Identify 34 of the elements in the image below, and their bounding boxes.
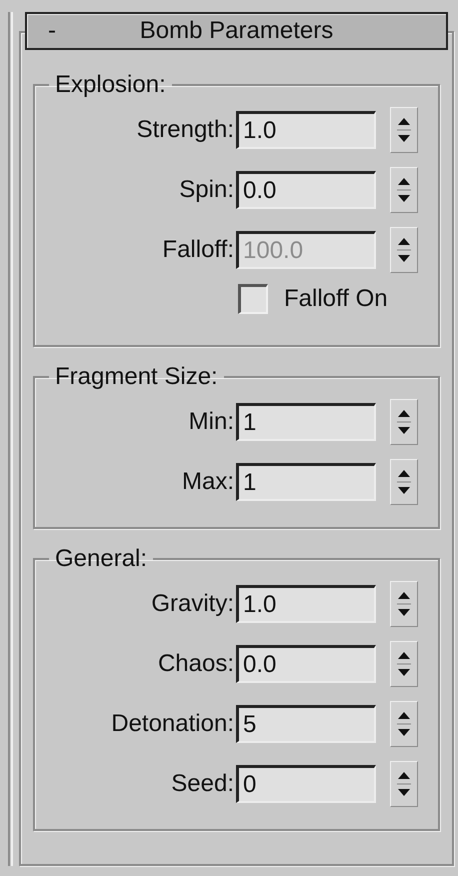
field-label: Strength:: [136, 116, 234, 144]
number-field[interactable]: 0.0: [236, 171, 376, 209]
number-field[interactable]: 1.0: [236, 111, 376, 149]
group-title: Fragment Size:: [54, 363, 219, 391]
field-label: Seed:: [170, 770, 234, 798]
spinner-button[interactable]: [390, 399, 418, 445]
field-label: Falloff:: [161, 236, 234, 264]
number-field[interactable]: 0: [236, 765, 376, 803]
field-label: Spin:: [178, 176, 234, 204]
rollout-header[interactable]: - Bomb Parameters: [25, 12, 448, 50]
number-field[interactable]: 1: [236, 463, 376, 501]
collapse-glyph: -: [47, 17, 57, 45]
spinner-button[interactable]: [390, 581, 418, 627]
number-field[interactable]: 1: [236, 403, 376, 441]
spinner-button[interactable]: [390, 641, 418, 687]
spinner-button[interactable]: [390, 107, 418, 153]
spinner-button[interactable]: [390, 761, 418, 807]
checkbox-label: Falloff On: [284, 285, 388, 313]
field-label: Min:: [188, 408, 234, 436]
spinner-button[interactable]: [390, 227, 418, 273]
number-field[interactable]: 0.0: [236, 645, 376, 683]
rollout-title: Bomb Parameters: [138, 17, 334, 45]
spinner-button[interactable]: [390, 701, 418, 747]
field-label: Chaos:: [156, 650, 234, 678]
group-title: General:: [54, 545, 148, 573]
field-label: Gravity:: [150, 590, 234, 618]
field-label: Detonation:: [110, 710, 234, 738]
group-title: Explosion:: [54, 71, 167, 99]
spinner-button[interactable]: [390, 167, 418, 213]
field-label: Max:: [180, 468, 234, 496]
number-field[interactable]: 5: [236, 705, 376, 743]
checkbox[interactable]: [238, 284, 268, 314]
spinner-button[interactable]: [390, 459, 418, 505]
number-field[interactable]: 1.0: [236, 585, 376, 623]
